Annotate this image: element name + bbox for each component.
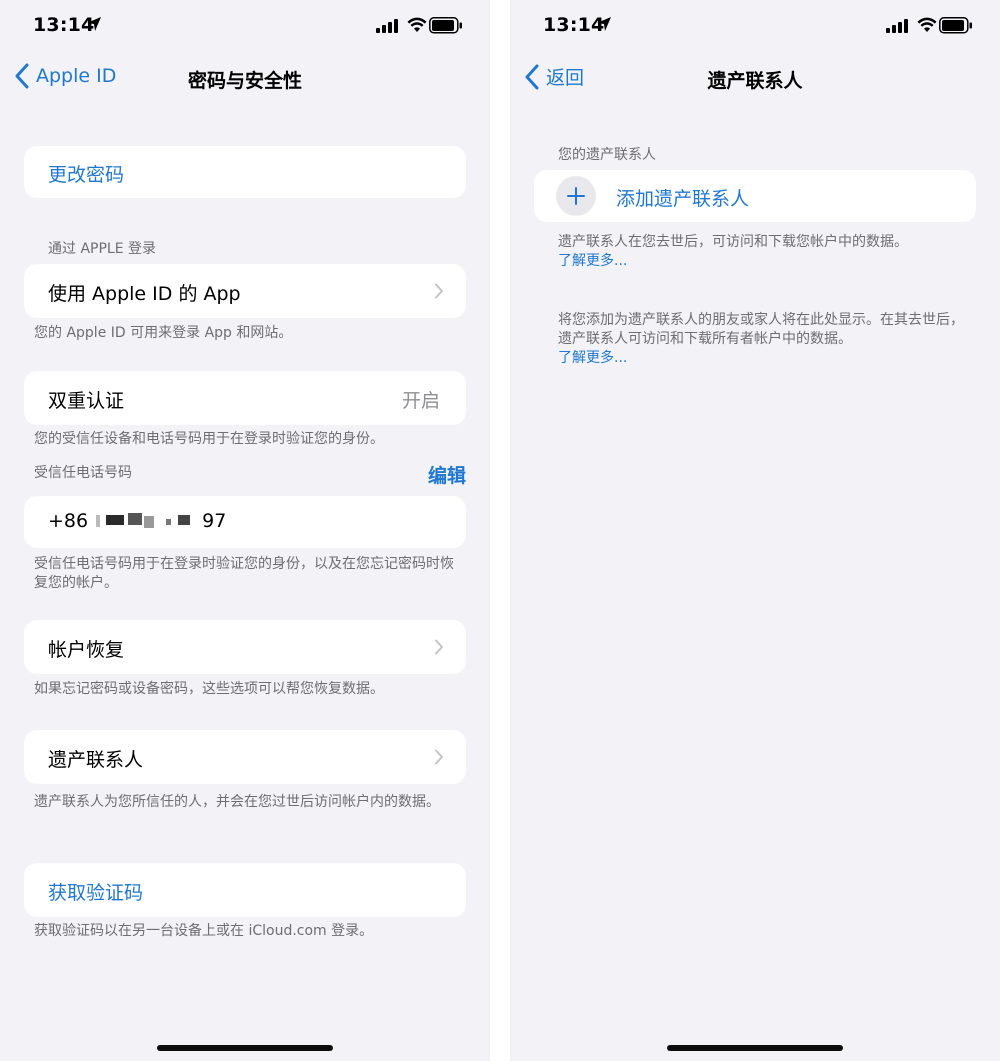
phone-number: +86 97 xyxy=(48,510,226,532)
home-indicator xyxy=(667,1045,843,1051)
phone-redacted xyxy=(94,513,202,529)
sign-in-with-apple-header: 通过 APPLE 登录 xyxy=(48,241,157,257)
recovery-footnote: 如果忘记密码或设备密码，这些选项可以帮您恢复数据。 xyxy=(34,681,384,697)
location-arrow-icon xyxy=(597,17,611,31)
legacy-note-1: 遗产联系人在您去世后，可访问和下载您帐户中的数据。 了解更多... xyxy=(558,233,968,271)
two-factor-status: 开启 xyxy=(401,390,440,412)
legacy-note-1-text: 遗产联系人在您去世后，可访问和下载您帐户中的数据。 xyxy=(558,234,908,250)
legacy-footnote: 遗产联系人为您所信任的人，并会在您过世后访问帐户内的数据。 xyxy=(34,794,440,810)
status-bar: 13:14 xyxy=(0,0,490,52)
edit-button[interactable]: 编辑 xyxy=(428,461,466,488)
password-security-screen: 13:14 Apple ID 密码与安全性 更改密码 通过 APPLE 登录 使… xyxy=(0,0,490,1061)
status-bar: 13:14 xyxy=(510,0,1000,52)
navigation-bar: Apple ID 密码与安全性 xyxy=(0,54,490,102)
legacy-note-2: 将您添加为遗产联系人的朋友或家人将在此处显示。在其去世后，遗产联系人可访问和下载… xyxy=(558,311,968,368)
change-password-button[interactable]: 更改密码 xyxy=(24,146,466,198)
phone-prefix: +86 xyxy=(48,510,89,532)
legacy-contact-screen: 13:14 返回 遗产联系人 您的遗产联系人 添加遗产联系人 遗产联系人在您去世… xyxy=(510,0,1000,1061)
page-title: 遗产联系人 xyxy=(707,70,803,92)
get-code-footnote: 获取验证码以在另一台设备上或在 iCloud.com 登录。 xyxy=(34,923,374,939)
wifi-icon xyxy=(407,17,427,32)
legacy-note-2-text: 将您添加为遗产联系人的朋友或家人将在此处显示。在其去世后，遗产联系人可访问和下载… xyxy=(558,312,964,347)
legacy-contact-label: 遗产联系人 xyxy=(48,749,144,771)
add-legacy-contact-label: 添加遗产联系人 xyxy=(616,188,750,210)
change-password-label: 更改密码 xyxy=(48,164,125,186)
phone-suffix: 97 xyxy=(202,510,227,532)
cellular-signal-icon xyxy=(376,19,398,33)
two-factor-row: 双重认证 开启 xyxy=(24,371,466,425)
wifi-icon xyxy=(917,17,937,32)
location-arrow-icon xyxy=(87,17,101,31)
learn-more-link-2[interactable]: 了解更多... xyxy=(558,349,968,368)
chevron-right-icon xyxy=(435,639,443,655)
apps-using-apple-id-row[interactable]: 使用 Apple ID 的 App xyxy=(24,264,466,318)
navigation-bar: 返回 遗产联系人 xyxy=(510,54,1000,102)
add-legacy-contact-button[interactable]: 添加遗产联系人 xyxy=(534,170,976,222)
account-recovery-label: 帐户恢复 xyxy=(48,639,125,661)
apps-using-apple-id-label: 使用 Apple ID 的 App xyxy=(48,283,241,305)
trusted-phone-row: +86 97 xyxy=(24,496,466,548)
get-code-label: 获取验证码 xyxy=(48,882,144,904)
chevron-right-icon xyxy=(435,749,443,765)
home-indicator xyxy=(157,1045,333,1051)
cellular-signal-icon xyxy=(886,19,908,33)
apps-footnote: 您的 Apple ID 可用来登录 App 和网站。 xyxy=(34,325,293,341)
two-factor-footnote: 您的受信任设备和电话号码用于在登录时验证您的身份。 xyxy=(34,431,384,447)
trusted-phone-header: 受信任电话号码 xyxy=(34,465,132,481)
get-verification-code-button[interactable]: 获取验证码 xyxy=(24,863,466,917)
chevron-right-icon xyxy=(435,283,443,299)
page-title: 密码与安全性 xyxy=(187,70,302,92)
your-legacy-contacts-header: 您的遗产联系人 xyxy=(558,147,656,163)
learn-more-link-1[interactable]: 了解更多... xyxy=(558,252,968,271)
phone-footnote: 受信任电话号码用于在登录时验证您的身份，以及在您忘记密码时恢复您的帐户。 xyxy=(34,556,454,591)
account-recovery-row[interactable]: 帐户恢复 xyxy=(24,620,466,674)
plus-icon xyxy=(556,176,596,216)
battery-icon xyxy=(939,17,972,34)
two-factor-label: 双重认证 xyxy=(48,390,125,412)
battery-icon xyxy=(429,17,462,34)
legacy-contact-row[interactable]: 遗产联系人 xyxy=(24,730,466,784)
